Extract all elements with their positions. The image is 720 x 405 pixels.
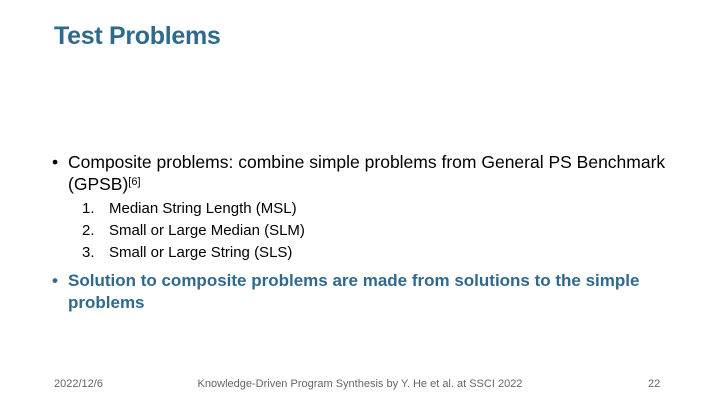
footer-citation: Knowledge-Driven Program Synthesis by Y.… — [197, 378, 523, 390]
slide-title: Test Problems — [54, 22, 221, 50]
footer-page-number: 22 — [648, 378, 661, 390]
bullet-solution-note: • Solution to composite problems are mad… — [52, 270, 672, 314]
list-item: 2. Small or Large Median (SLM) — [52, 220, 672, 242]
list-item-number: 2. — [82, 222, 95, 239]
list-item-number: 1. — [82, 200, 95, 217]
citation-ref: [6] — [128, 176, 141, 188]
bullet-text: Composite problems: combine simple probl… — [68, 152, 666, 194]
slide-body: • Composite problems: combine simple pro… — [52, 151, 672, 314]
bullet-dot-icon: • — [52, 271, 58, 290]
list-item-number: 3. — [82, 244, 95, 261]
slide: Test Problems • Composite problems: comb… — [0, 0, 720, 405]
list-item-text: Small or Large Median (SLM) — [109, 222, 305, 239]
bullet-dot-icon: • — [52, 152, 59, 172]
list-item-text: Median String Length (MSL) — [109, 200, 297, 217]
numbered-sublist: 1. Median String Length (MSL) 2. Small o… — [52, 198, 672, 264]
list-item: 1. Median String Length (MSL) — [52, 198, 672, 220]
list-item: 3. Small or Large String (SLS) — [52, 242, 672, 264]
bullet-text: Solution to composite problems are made … — [68, 271, 640, 312]
list-item-text: Small or Large String (SLS) — [109, 244, 293, 261]
bullet-composite-problems: • Composite problems: combine simple pro… — [52, 151, 672, 195]
